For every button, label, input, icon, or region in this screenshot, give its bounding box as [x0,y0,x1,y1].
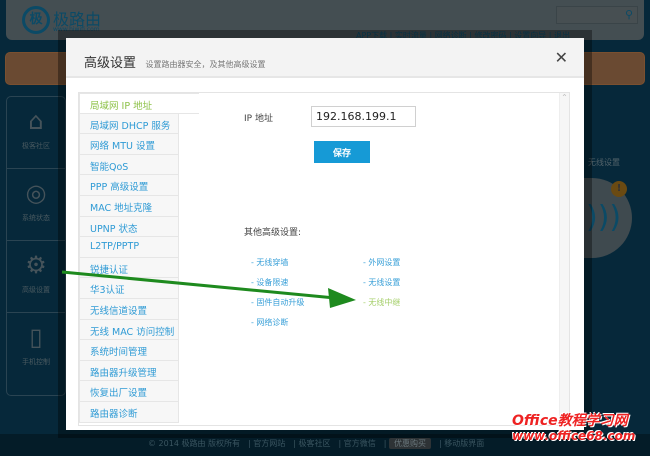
footer-link[interactable]: 官方微信 [344,439,376,448]
menu-item[interactable]: 无线 MAC 访问控制 [79,319,179,341]
modal-subtitle: 设置路由器安全，及其他高级设置 [145,60,266,69]
footer-link[interactable]: 极客社区 [299,439,331,448]
settings-link[interactable]: - 网络诊断 [251,317,288,328]
promo-button[interactable]: 优惠购买 [389,438,431,449]
advanced-settings-modal: 高级设置 设置路由器安全，及其他高级设置 ✕ 局域网 IP 地址 局域网 DHCP… [66,38,584,430]
menu-item[interactable]: 路由器升级管理 [79,360,179,382]
menu-item[interactable]: 局域网 IP 地址 [79,93,199,114]
settings-menu: 局域网 IP 地址 局域网 DHCP 服务 网络 MTU 设置 智能QoS PPP 高级… [79,93,199,423]
ip-address-input[interactable] [311,106,416,127]
app-header: 极 极路由 www.hiwifi.com ⚲ APP下载 | 实时流量 | 网络… [6,0,644,40]
settings-link[interactable]: - 无线中继 [363,297,400,308]
chevron-up-icon[interactable]: ⌃ [561,93,568,102]
warning-icon: ! [611,181,627,197]
search-icon[interactable]: ⚲ [625,8,633,21]
menu-item[interactable]: UPNP 状态 [79,216,179,238]
modal-header: 高级设置 设置路由器安全，及其他高级设置 [66,38,584,78]
menu-item[interactable]: 锐捷认证 [79,257,179,279]
sidebar-item-community[interactable]: ⌂ 极客社区 [7,97,65,169]
settings-link[interactable]: - 设备限速 [251,277,288,288]
mobile-link[interactable]: 移动版界面 [444,439,484,448]
save-button[interactable]: 保存 [314,141,370,163]
phone-icon: ▯ [29,323,43,351]
ip-label: IP 地址 [244,114,273,124]
close-icon[interactable]: ✕ [555,48,568,67]
logo-icon: 极 [22,6,50,34]
brand-url: www.hiwifi.com [53,26,100,33]
search-input[interactable]: ⚲ [556,6,638,24]
copyright: © 2014 极路由 版权所有 [148,439,240,448]
settings-link[interactable]: - 固件自动升级 [251,297,304,308]
wireless-settings-label[interactable]: 无线设置 [588,157,620,168]
gear-icon: ⚙ [25,251,47,279]
settings-link[interactable]: - 无线设置 [363,277,400,288]
menu-item[interactable]: 系统时间管理 [79,340,179,361]
pulse-icon: ◎ [25,179,47,207]
menu-item[interactable]: MAC 地址克隆 [79,195,179,217]
watermark: Office教程学习网 www.office68.com [512,413,636,444]
sidebar-item-status[interactable]: ◎ 系统状态 [7,169,65,241]
menu-item[interactable]: 智能QoS [79,154,179,176]
menu-item[interactable]: L2TP/PPTP [79,237,179,258]
home-icon: ⌂ [28,107,44,135]
modal-title: 高级设置 [84,56,137,71]
menu-item[interactable]: 局域网 DHCP 服务 [79,113,179,135]
settings-link[interactable]: - 无线穿墙 [251,257,288,268]
sidebar: ⌂ 极客社区 ◎ 系统状态 ⚙ 高级设置 ▯ 手机控制 [6,96,66,396]
sidebar-item-mobile[interactable]: ▯ 手机控制 [7,313,65,385]
menu-item[interactable]: 路由器诊断 [79,401,179,423]
sidebar-item-advanced[interactable]: ⚙ 高级设置 [7,241,65,313]
settings-frame: 局域网 IP 地址 局域网 DHCP 服务 网络 MTU 设置 智能QoS PPP 高级… [78,92,570,426]
other-settings-label: 其他高级设置: [244,228,302,238]
menu-item[interactable]: 无线信道设置 [79,298,179,320]
footer-link[interactable]: 官方网站 [253,439,285,448]
menu-item[interactable]: 网络 MTU 设置 [79,134,179,155]
scrollbar[interactable]: ⌃ [559,93,569,425]
menu-item[interactable]: 华3认证 [79,278,179,299]
menu-item[interactable]: 恢复出厂设置 [79,381,179,402]
menu-item[interactable]: PPP 高级设置 [79,175,179,196]
settings-link[interactable]: - 外网设置 [363,257,400,268]
